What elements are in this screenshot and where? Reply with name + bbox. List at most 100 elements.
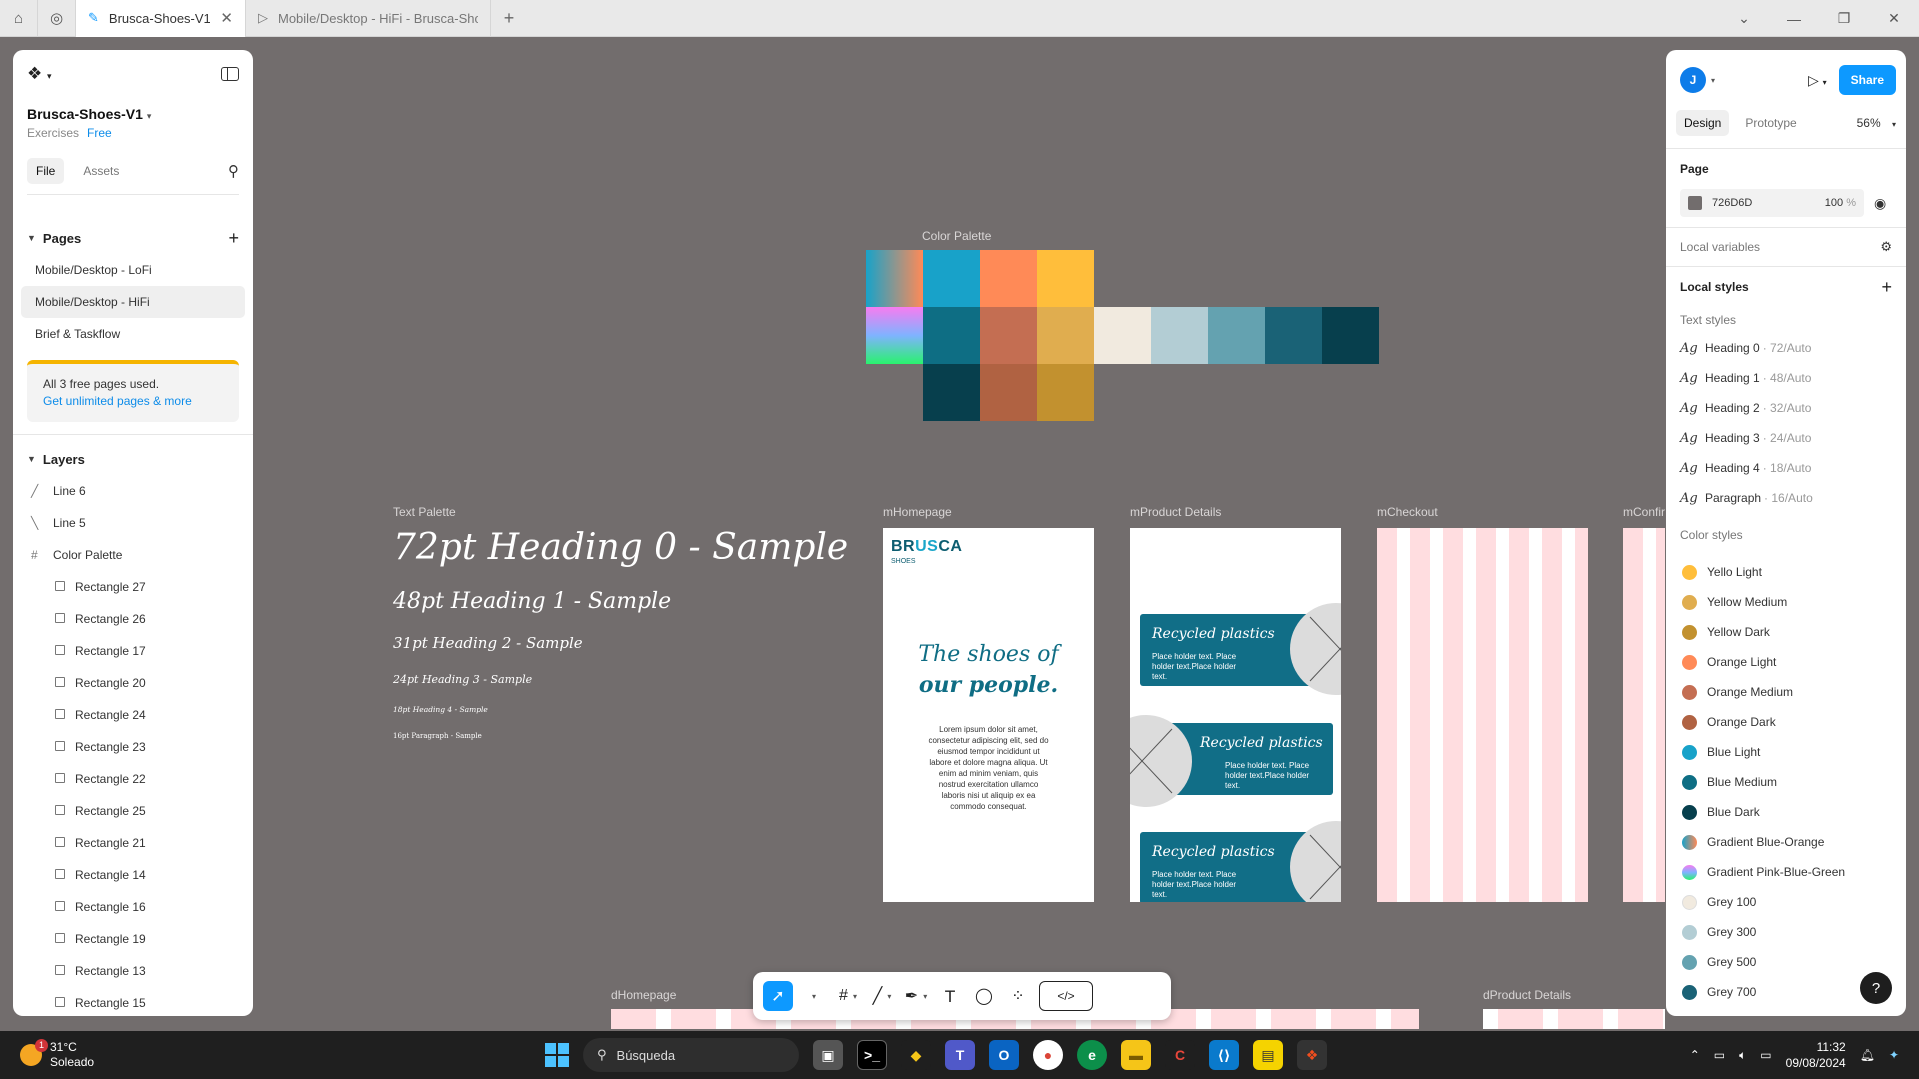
color-style-item[interactable]: Grey 300 [1680, 917, 1892, 947]
eye-icon[interactable]: ◉ [1874, 195, 1886, 212]
move-tool-icon[interactable]: ➚ [763, 981, 793, 1011]
project-name[interactable]: Brusca-Shoes-V1 ▾ [27, 106, 239, 122]
mhomepage-frame[interactable]: BRUSCA SHOES The shoes of our people. Lo… [883, 528, 1094, 902]
app-c-icon[interactable]: C [1165, 1040, 1195, 1070]
text-style-item[interactable]: Ag Heading 0 · 72/Auto [1680, 333, 1892, 363]
text-style-item[interactable]: Ag Heading 4 · 18/Auto [1680, 453, 1892, 483]
palette-swatch[interactable] [923, 364, 980, 421]
text-style-item[interactable]: Ag Heading 3 · 24/Auto [1680, 423, 1892, 453]
add-style-button[interactable]: + [1881, 267, 1892, 307]
tab-file[interactable]: File [27, 158, 65, 184]
teams-icon[interactable]: T [945, 1040, 975, 1070]
text-style-item[interactable]: Ag Heading 1 · 48/Auto [1680, 363, 1892, 393]
page-fill-field[interactable]: 726D6D 100 % [1680, 189, 1864, 217]
layer-item[interactable]: Rectangle 16 [13, 891, 253, 923]
palette-swatch[interactable] [980, 250, 1037, 307]
avatar[interactable]: J [1680, 67, 1706, 93]
layer-item[interactable]: Rectangle 14 [13, 859, 253, 891]
frame-label-mhomepage[interactable]: mHomepage [883, 505, 952, 519]
battery-icon[interactable]: ▭ [1760, 1048, 1771, 1062]
color-palette-label[interactable]: Color Palette [922, 229, 991, 243]
copilot-icon[interactable]: ✦ [1889, 1048, 1899, 1062]
page-fill-opacity[interactable]: 100 % [1825, 197, 1856, 209]
search-icon[interactable]: ⚲ [228, 162, 239, 180]
sidebar-toggle-icon[interactable] [221, 67, 239, 81]
add-page-button[interactable]: + [228, 228, 239, 249]
help-button[interactable]: ? [1860, 972, 1892, 1004]
color-style-item[interactable]: Blue Dark [1680, 797, 1892, 827]
layer-item[interactable]: # Color Palette [13, 539, 253, 571]
frame-label-dproduct[interactable]: dProduct Details [1483, 988, 1571, 1002]
weather-widget[interactable]: 1 31°C Soleado [0, 1039, 200, 1070]
layer-item[interactable]: Rectangle 15 [13, 987, 253, 1016]
color-style-item[interactable]: Blue Light [1680, 737, 1892, 767]
outlook-icon[interactable]: O [989, 1040, 1019, 1070]
new-tab-button[interactable]: + [491, 8, 527, 29]
layer-item[interactable]: Rectangle 17 [13, 635, 253, 667]
tab-prototype[interactable]: Prototype [1737, 110, 1804, 136]
dev-mode-toggle-icon[interactable]: </> [1039, 981, 1093, 1011]
frame-tool-icon[interactable]: # ▾ [835, 981, 861, 1011]
close-window-icon[interactable]: ✕ [1869, 0, 1919, 37]
comment-tool-icon[interactable]: ◯ [971, 981, 997, 1011]
mproduct-details-frame[interactable]: Recycled plastics Place holder text. Pla… [1130, 528, 1341, 902]
color-style-item[interactable]: Yellow Dark [1680, 617, 1892, 647]
frame-label-dhomepage[interactable]: dHomepage [611, 988, 676, 1002]
layer-item[interactable]: Rectangle 19 [13, 923, 253, 955]
maximize-icon[interactable]: ❐ [1819, 0, 1869, 37]
color-style-item[interactable]: Gradient Blue-Orange [1680, 827, 1892, 857]
sticky-notes-icon[interactable]: ▤ [1253, 1040, 1283, 1070]
mconfirmation-frame[interactable] [1623, 528, 1665, 902]
palette-swatch[interactable] [923, 250, 980, 307]
frame-label-mconfirm[interactable]: mConfir [1623, 505, 1665, 519]
color-style-item[interactable]: Orange Dark [1680, 707, 1892, 737]
app-icon[interactable]: ◆ [901, 1040, 931, 1070]
frame-label-mcheckout[interactable]: mCheckout [1377, 505, 1438, 519]
close-icon[interactable]: ✕ [220, 9, 233, 27]
layer-item[interactable]: Rectangle 27 [13, 571, 253, 603]
zoom-level[interactable]: 56% ▾ [1857, 116, 1896, 130]
palette-swatch[interactable] [1037, 364, 1094, 421]
vscode-icon[interactable]: ⟨⟩ [1209, 1040, 1239, 1070]
pages-header[interactable]: ▼ Pages + [13, 222, 253, 254]
color-style-item[interactable]: Yellow Medium [1680, 587, 1892, 617]
text-tool-icon[interactable]: T [937, 981, 963, 1011]
color-style-item[interactable]: Grey 500 [1680, 947, 1892, 977]
move-tool-dropdown[interactable]: ▾ [801, 981, 827, 1011]
palette-swatch[interactable] [1151, 307, 1208, 364]
color-style-item[interactable]: Grey 100 [1680, 887, 1892, 917]
layer-item[interactable]: Rectangle 23 [13, 731, 253, 763]
bell-icon[interactable]: 🔔︎ [1860, 1048, 1875, 1062]
palette-swatch[interactable] [980, 364, 1037, 421]
terminal-icon[interactable]: >_ [857, 1040, 887, 1070]
share-button[interactable]: Share [1838, 65, 1896, 95]
chevron-up-icon[interactable]: ⌃ [1690, 1048, 1700, 1062]
layer-item[interactable]: Rectangle 22 [13, 763, 253, 795]
color-style-item[interactable]: Orange Light [1680, 647, 1892, 677]
layer-item[interactable]: Rectangle 21 [13, 827, 253, 859]
minimize-icon[interactable]: — [1769, 0, 1819, 37]
palette-swatch[interactable] [1037, 307, 1094, 364]
project-team[interactable]: Exercises [27, 126, 79, 140]
pen-tool-icon[interactable]: ✒ ▾ [903, 981, 929, 1011]
palette-swatch[interactable] [1322, 307, 1379, 364]
figma-icon[interactable]: ❖ [1297, 1040, 1327, 1070]
palette-swatch[interactable] [1265, 307, 1322, 364]
palette-swatch[interactable] [866, 250, 923, 307]
layer-item[interactable]: Rectangle 24 [13, 699, 253, 731]
palette-swatch[interactable] [866, 307, 923, 364]
file-explorer-icon[interactable]: ▬ [1121, 1040, 1151, 1070]
windows-start-icon[interactable] [545, 1043, 569, 1067]
text-palette-label[interactable]: Text Palette [393, 505, 456, 519]
page-item-lofi[interactable]: Mobile/Desktop - LoFi [21, 254, 245, 286]
palette-swatch[interactable] [1208, 307, 1265, 364]
layer-item[interactable]: Rectangle 25 [13, 795, 253, 827]
layer-item[interactable]: ╲ Line 5 [13, 507, 253, 539]
chrome-icon[interactable]: ● [1033, 1040, 1063, 1070]
upgrade-link[interactable]: Get unlimited pages & more [43, 393, 223, 410]
page-item-brief[interactable]: Brief & Taskflow [21, 318, 245, 350]
color-style-item[interactable]: Orange Medium [1680, 677, 1892, 707]
color-style-item[interactable]: Blue Medium [1680, 767, 1892, 797]
page-color-swatch[interactable] [1688, 196, 1702, 210]
taskbar-search[interactable]: ⚲ Búsqueda [583, 1038, 799, 1072]
